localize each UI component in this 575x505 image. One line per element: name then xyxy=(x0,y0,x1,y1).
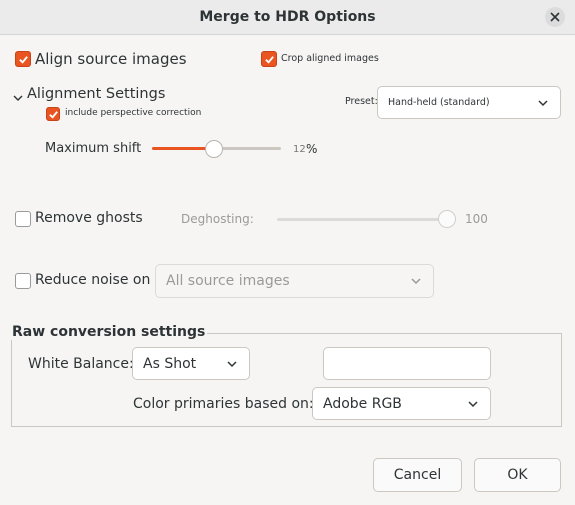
chevron-down-icon xyxy=(225,357,239,371)
color-primaries-value: Adobe RGB xyxy=(323,395,402,412)
ok-button[interactable]: OK xyxy=(474,458,561,492)
reduce-noise-dropdown[interactable]: All source images xyxy=(155,264,434,298)
max-shift-value: 12 xyxy=(293,144,306,155)
chevron-down-icon xyxy=(409,274,423,288)
white-balance-label: White Balance: xyxy=(28,356,134,372)
close-button[interactable] xyxy=(545,7,565,27)
raw-conversion-title: Raw conversion settings xyxy=(10,324,208,340)
preset-value: Hand-held (standard) xyxy=(388,97,490,108)
reduce-noise-checkbox[interactable] xyxy=(15,273,31,289)
expander-chevron-icon[interactable] xyxy=(12,89,24,101)
dialog-title: Merge to HDR Options xyxy=(199,9,376,25)
remove-ghosts-checkbox[interactable] xyxy=(15,211,31,227)
crop-aligned-label: Crop aligned images xyxy=(281,53,379,64)
check-icon xyxy=(264,55,274,64)
check-icon xyxy=(18,55,28,64)
align-source-label: Align source images xyxy=(35,50,187,68)
crop-aligned-checkbox[interactable] xyxy=(261,51,277,67)
perspective-correction-label: include perspective correction xyxy=(65,108,202,118)
close-icon xyxy=(550,12,560,22)
reduce-noise-label: Reduce noise on xyxy=(35,272,151,288)
preset-label: Preset: xyxy=(345,96,378,107)
color-primaries-label: Color primaries based on: xyxy=(133,396,314,412)
white-balance-dropdown[interactable]: As Shot xyxy=(132,347,250,380)
max-shift-label: Maximum shift xyxy=(45,141,142,156)
max-shift-slider-knob[interactable] xyxy=(204,140,223,158)
white-balance-extra-field[interactable] xyxy=(323,347,491,380)
chevron-down-icon xyxy=(466,397,480,411)
color-primaries-dropdown[interactable]: Adobe RGB xyxy=(312,387,491,420)
preset-dropdown[interactable]: Hand-held (standard) xyxy=(377,86,561,119)
chevron-down-icon xyxy=(536,96,550,110)
cancel-button[interactable]: Cancel xyxy=(373,458,462,492)
deghosting-slider-knob[interactable] xyxy=(438,210,456,228)
white-balance-value: As Shot xyxy=(143,355,197,372)
reduce-noise-value: All source images xyxy=(166,273,290,289)
perspective-correction-checkbox[interactable] xyxy=(46,107,60,121)
remove-ghosts-label: Remove ghosts xyxy=(35,210,143,226)
deghosting-slider-track[interactable] xyxy=(277,218,447,221)
deghosting-value: 100 xyxy=(465,212,488,226)
deghosting-label: Deghosting: xyxy=(181,212,254,226)
align-source-checkbox[interactable] xyxy=(15,51,31,67)
alignment-settings-header[interactable]: Alignment Settings xyxy=(27,86,165,102)
check-icon xyxy=(48,110,58,119)
max-shift-unit: % xyxy=(306,142,318,156)
